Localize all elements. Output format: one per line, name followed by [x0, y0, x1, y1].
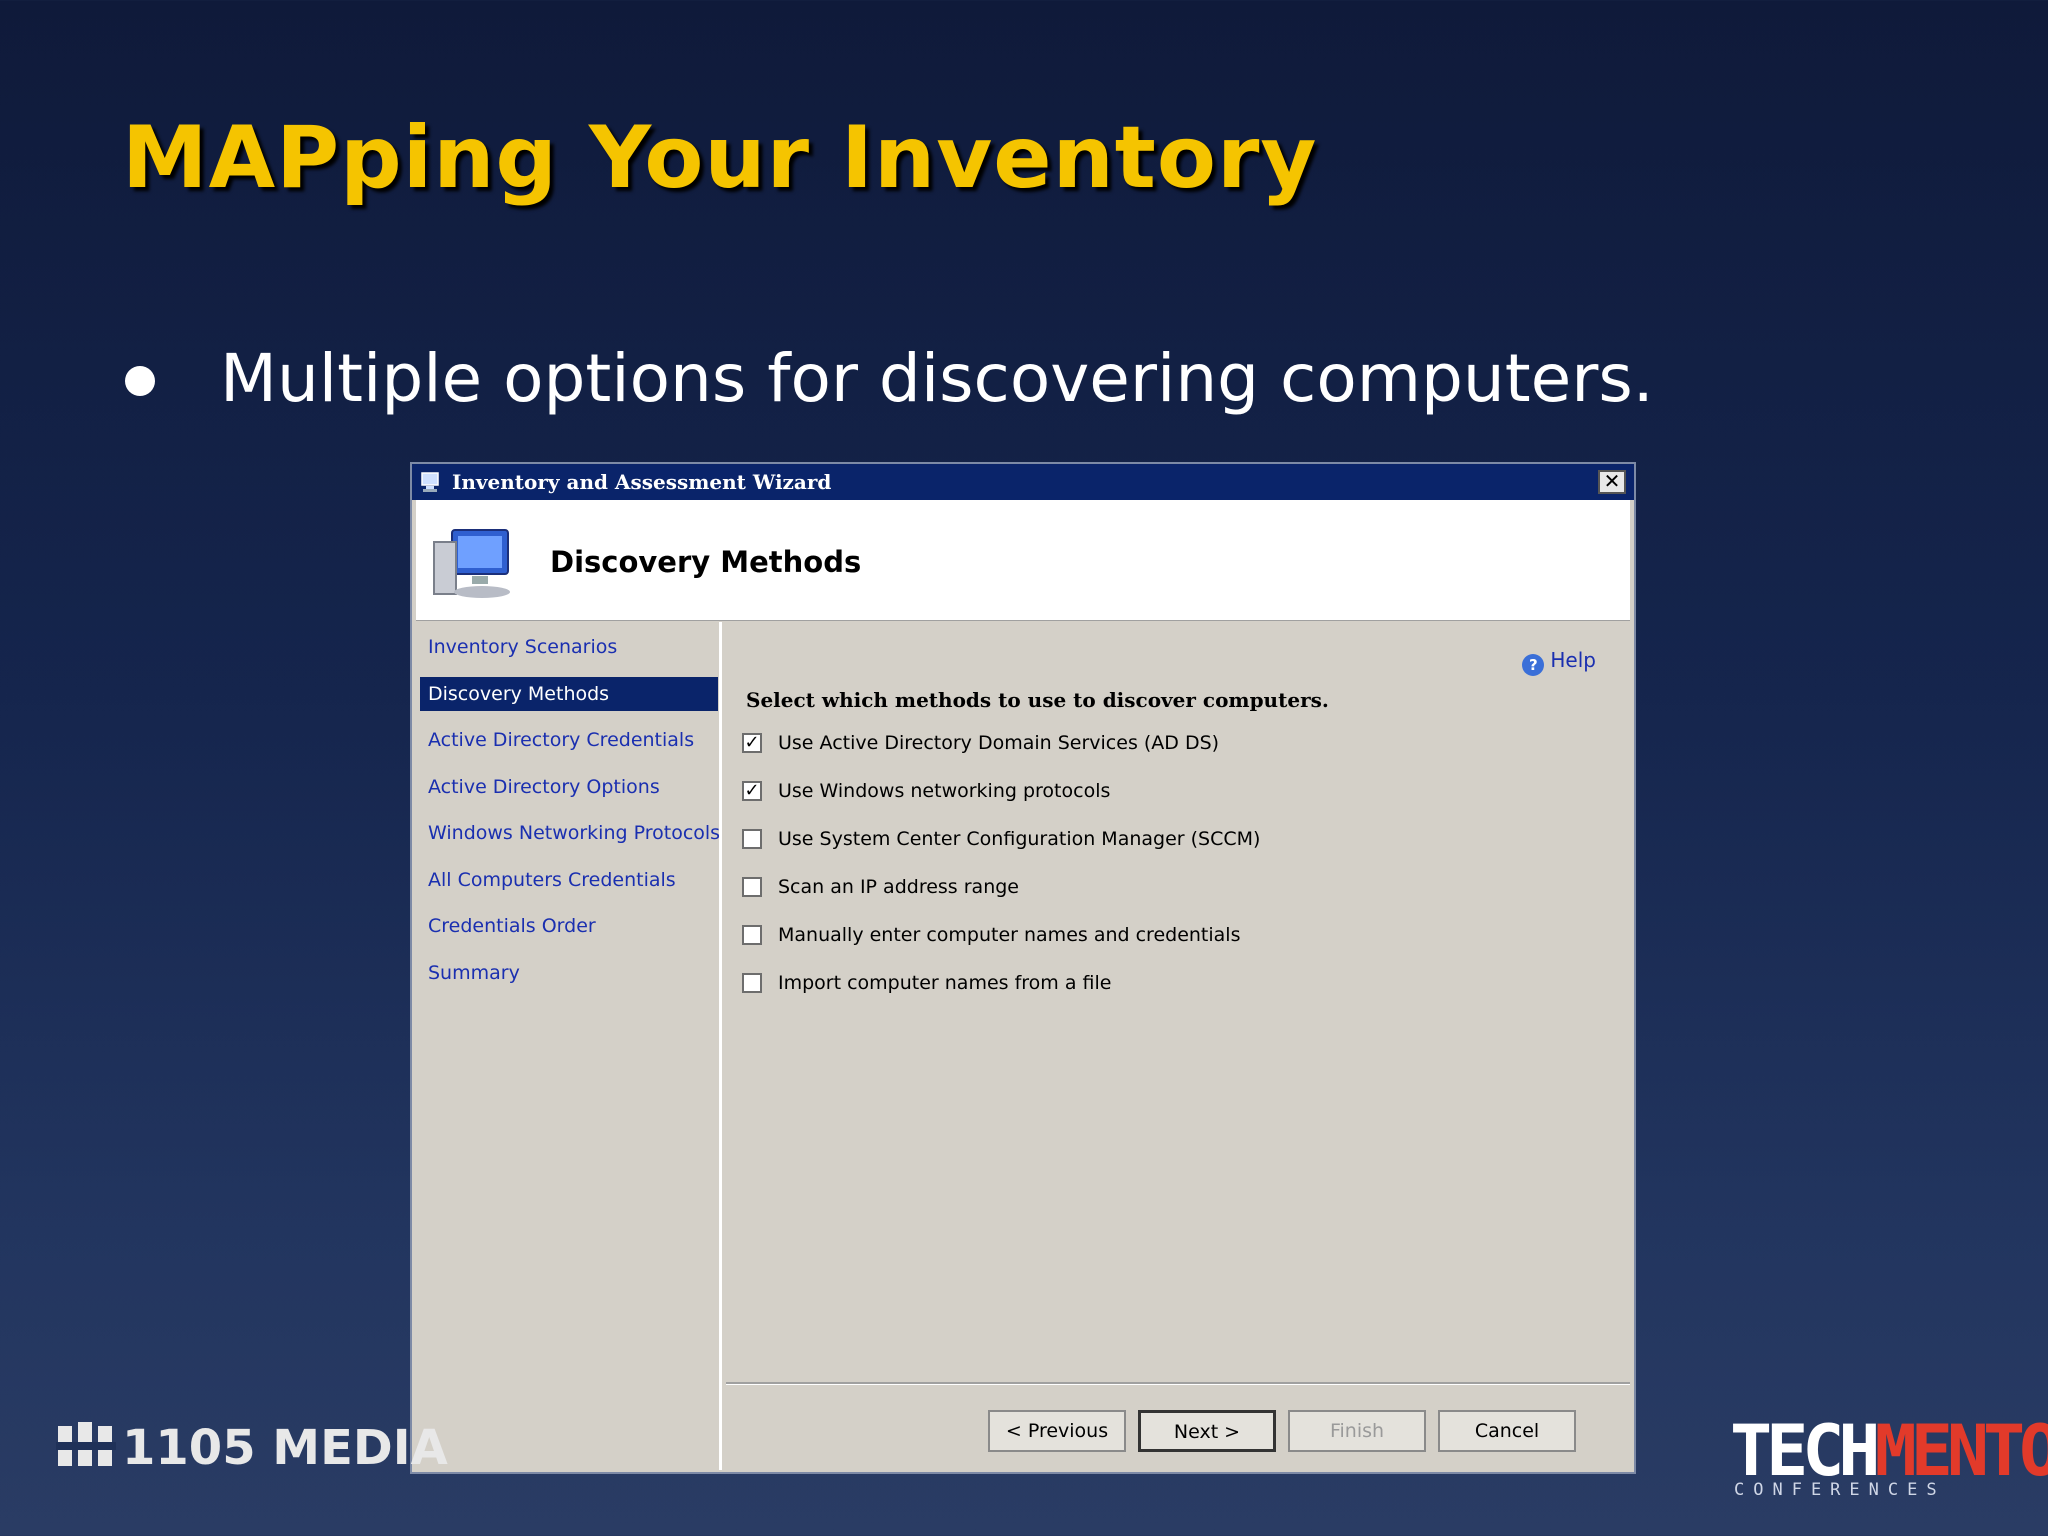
wizard-nav: Inventory Scenarios Discovery Methods Ac… — [416, 622, 722, 1470]
nav-item-windows-networking-protocols[interactable]: Windows Networking Protocols — [420, 816, 720, 850]
logo-conferences-text: CONFERENCES — [1734, 1480, 1946, 1500]
cancel-button[interactable]: Cancel — [1438, 1410, 1576, 1452]
option-label[interactable]: Import computer names from a file — [778, 972, 1111, 994]
wizard-app-icon — [421, 472, 439, 492]
option-label[interactable]: Use System Center Configuration Manager … — [778, 828, 1260, 850]
computer-monitor-icon — [433, 529, 510, 598]
instruction-text: Select which methods to use to discover … — [746, 688, 1329, 712]
wizard-window: Inventory and Assessment Wizard ✕ Discov… — [410, 462, 1636, 1474]
next-button[interactable]: Next > — [1138, 1410, 1276, 1452]
checkbox[interactable]: ✓ — [742, 733, 762, 753]
logo-1105-media: 1105 MEDIA — [56, 1420, 448, 1476]
nav-item-summary[interactable]: Summary — [420, 956, 718, 990]
wizard-header: Discovery Methods — [416, 500, 1630, 621]
help-link[interactable]: ? Help — [1522, 648, 1596, 676]
checkbox[interactable] — [742, 829, 762, 849]
slide-title: MAPping Your Inventory — [122, 108, 1318, 208]
option-label[interactable]: Manually enter computer names and creden… — [778, 924, 1240, 946]
help-icon: ? — [1522, 654, 1545, 676]
window-title: Inventory and Assessment Wizard — [452, 470, 832, 494]
window-titlebar[interactable]: Inventory and Assessment Wizard ✕ — [412, 464, 1634, 500]
nav-item-credentials-order[interactable]: Credentials Order — [420, 909, 718, 943]
checkbox[interactable]: ✓ — [742, 781, 762, 801]
nav-item-all-computers-credentials[interactable]: All Computers Credentials — [420, 863, 718, 897]
close-icon: ✕ — [1603, 469, 1621, 493]
logo-techmentor: TECHMENTOR CONFERENCES — [1730, 1410, 2048, 1500]
option-label[interactable]: Use Active Directory Domain Services (AD… — [778, 732, 1219, 754]
finish-button[interactable]: Finish — [1288, 1410, 1426, 1452]
bullet-text: Multiple options for discovering compute… — [220, 340, 1654, 417]
nav-item-discovery-methods[interactable]: Discovery Methods — [420, 677, 718, 711]
footer-divider — [726, 1382, 1630, 1385]
wizard-content: ? Help Select which methods to use to dis… — [726, 622, 1630, 1470]
logo-1105-text: 1105 MEDIA — [122, 1420, 448, 1476]
1105-media-logo-icon — [56, 1422, 116, 1466]
checkbox[interactable] — [742, 973, 762, 993]
previous-button[interactable]: < Previous — [988, 1410, 1126, 1452]
nav-item-active-directory-options[interactable]: Active Directory Options — [420, 770, 718, 804]
checkbox[interactable] — [742, 925, 762, 945]
bullet-dot-icon — [125, 366, 155, 396]
page-heading: Discovery Methods — [550, 545, 862, 579]
help-label: Help — [1550, 648, 1596, 672]
nav-item-inventory-scenarios[interactable]: Inventory Scenarios — [420, 630, 718, 664]
checkbox[interactable] — [742, 877, 762, 897]
option-label[interactable]: Use Windows networking protocols — [778, 780, 1110, 802]
close-button[interactable]: ✕ — [1598, 470, 1626, 494]
option-label[interactable]: Scan an IP address range — [778, 876, 1019, 898]
nav-item-active-directory-credentials[interactable]: Active Directory Credentials — [420, 723, 718, 757]
